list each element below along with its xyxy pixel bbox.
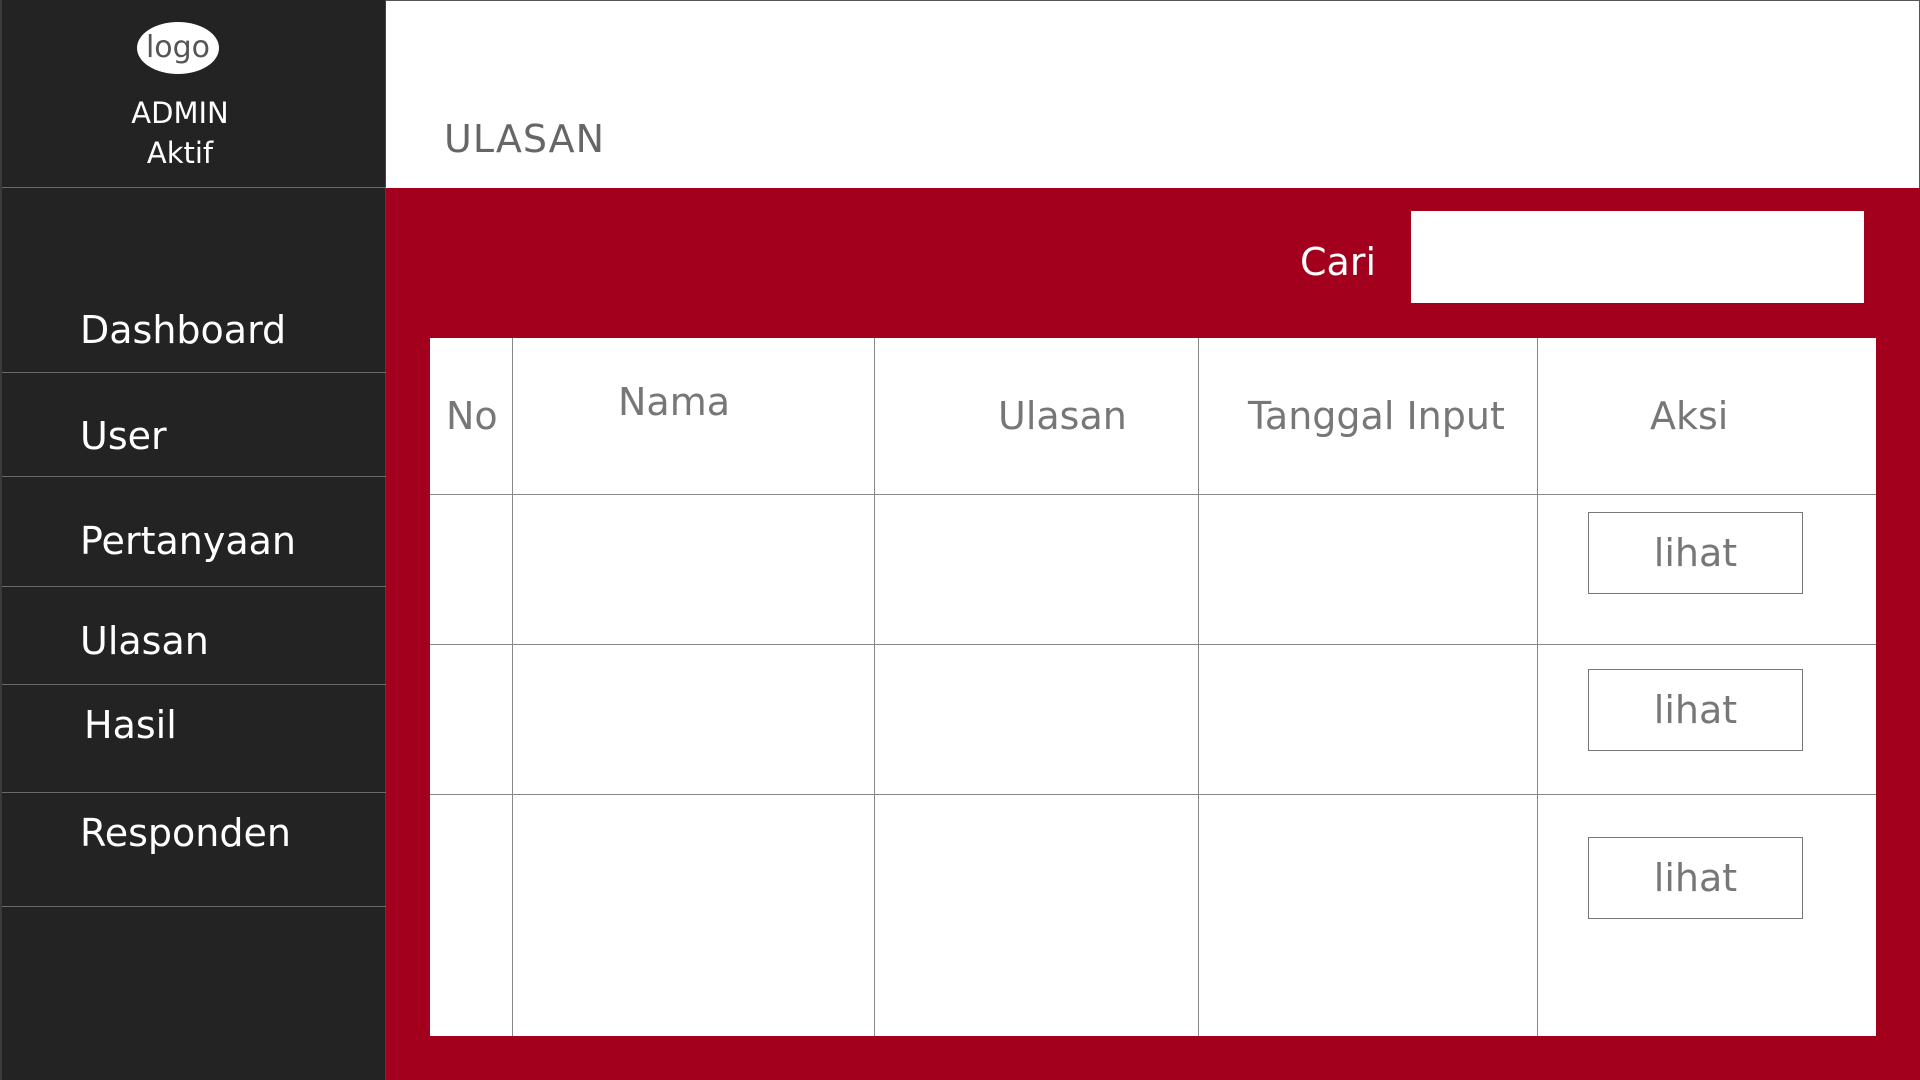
search-label: Cari (1300, 240, 1376, 284)
view-button[interactable]: lihat (1588, 512, 1803, 594)
search-input[interactable] (1411, 211, 1864, 303)
sidebar-item-responden[interactable]: Responden (2, 811, 388, 873)
column-header-no: No (446, 394, 498, 438)
view-button[interactable]: lihat (1588, 837, 1803, 919)
column-header-aksi: Aksi (1650, 394, 1729, 438)
sidebar-item-ulasan[interactable]: Ulasan (2, 619, 388, 681)
table-column-divider (1198, 338, 1199, 1036)
admin-status: Aktif (146, 136, 214, 170)
sidebar-item-label: Responden (80, 811, 291, 855)
app-page: logo ADMIN Aktif Dashboard User Pertanya… (0, 0, 1920, 1080)
column-header-nama: Nama (618, 380, 731, 424)
admin-profile: logo ADMIN Aktif (2, 0, 388, 188)
table-row-divider (430, 494, 1876, 495)
sidebar-divider (2, 586, 388, 587)
sidebar-item-label: Dashboard (80, 308, 287, 352)
table-column-divider (1537, 338, 1538, 1036)
sidebar-item-user[interactable]: User (2, 414, 388, 476)
sidebar-divider (2, 476, 388, 477)
table-column-divider (512, 338, 513, 1036)
sidebar-item-label: Pertanyaan (80, 519, 296, 563)
sidebar-divider (2, 792, 388, 793)
sidebar-item-dashboard[interactable]: Dashboard (2, 308, 388, 370)
sidebar-divider (2, 684, 388, 685)
sidebar-item-label: Hasil (84, 703, 177, 747)
view-button[interactable]: lihat (1588, 669, 1803, 751)
column-header-tanggal-input: Tanggal Input (1248, 394, 1505, 438)
admin-name: ADMIN (131, 96, 229, 130)
reviews-table: No Nama Ulasan Tanggal Input Aksi lihat … (430, 338, 1876, 1036)
header: ULASAN (386, 0, 1920, 188)
sidebar-divider (2, 372, 388, 373)
logo: logo (137, 22, 219, 74)
main-panel: Cari No Nama Ulasan Tanggal Input Aksi l… (386, 188, 1920, 1080)
column-header-ulasan: Ulasan (998, 394, 1127, 438)
table-column-divider (874, 338, 875, 1036)
table-row-divider (430, 644, 1876, 645)
sidebar: logo ADMIN Aktif Dashboard User Pertanya… (0, 0, 388, 1080)
table-row-divider (430, 794, 1876, 795)
sidebar-item-hasil[interactable]: Hasil (2, 703, 388, 765)
sidebar-divider (2, 906, 388, 907)
sidebar-item-label: User (80, 414, 167, 458)
sidebar-item-pertanyaan[interactable]: Pertanyaan (2, 519, 388, 581)
sidebar-item-label: Ulasan (80, 619, 209, 663)
page-title: ULASAN (444, 117, 606, 161)
